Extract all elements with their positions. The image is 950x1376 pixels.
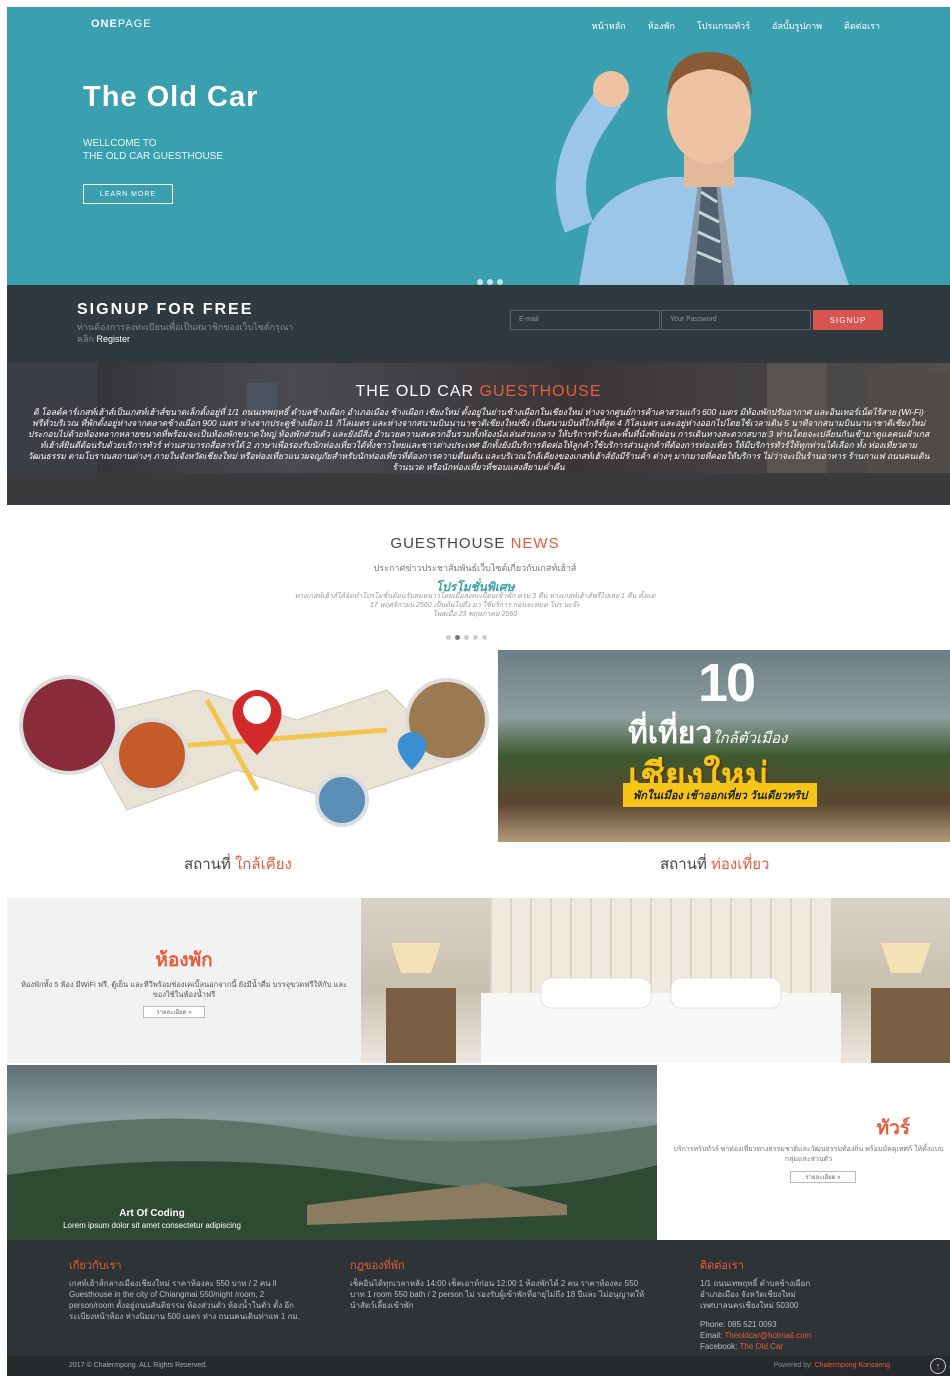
banner-description: ดิ โอลด์คาร์เกสท์เฮ้าส์เป็นเกสท์เฮ้าส์ขน… [27,407,930,472]
footer-rules: กฎของที่พัก เช็คอินได้ทุกเวลาหลัง 14:00 … [350,1260,645,1310]
tour-caption-title: Art Of Coding [119,1208,185,1219]
news-subtitle: ประกาศข่าวประชาสัมพันธ์เว็บไซต์เกี่ยวกับ… [373,563,577,573]
email-input[interactable]: E-mail [510,310,660,330]
footer-phone: Phone: 085 521 0093 [700,1320,777,1329]
news-carousel-dots[interactable] [446,635,487,640]
footer-email-link[interactable]: Theoldcar@hotmail.com [724,1331,811,1340]
hero-subtitle: WELLCOME TO THE OLD CAR GUESTHOUSE [83,138,224,162]
learn-more-button[interactable]: LEARN MORE [83,184,173,204]
copyright-bar: 2017 © Chalermpong. ALL Rights Reserved.… [7,1356,950,1376]
hero-section: ONEPAGE หน้าหลัก ห้องพัก โปรแกรมทัวร์ อั… [7,7,950,285]
copyright-text: 2017 © Chalermpong. ALL Rights Reserved. [69,1362,207,1369]
scroll-top-icon[interactable]: ↑ [930,1358,946,1374]
room-description: ห้องพักทั้ง 5 ห้อง มีWiFi ฟรี, ตู้เย็น แ… [20,980,348,999]
signup-section: SIGNUP FOR FREE ท่านต้องการลงทะเบียนเพื่… [7,285,950,363]
tour-section: ทัวร์ บริการทริปทัวร์ พาท่องเที่ยวทางธรร… [657,1065,950,1240]
signup-description: ท่านต้องการลงทะเบียนเพื่อเป็นสมาชิกของเว… [77,322,294,344]
news-title: GUESTHOUSE NEWS [390,535,560,552]
tour-caption-text: Lorem ipsum dolor sit amet consectetur a… [63,1221,241,1230]
tourist-places-label[interactable]: สถานที่ ท่องเที่ยว [660,852,769,876]
tour-title: ทัวร์ [876,1118,910,1139]
signup-title: SIGNUP FOR FREE [77,301,254,318]
footer-contact: ติดต่อเรา 1/1 ถนนเทพฤทธิ์ ตำบลช้างเผือก … [700,1256,900,1352]
room-title: ห้องพัก [155,950,213,971]
tour-photo: Art Of Coding Lorem ipsum dolor sit amet… [7,1065,657,1240]
tour-detail-button[interactable]: รายละเอียด » [790,1171,856,1183]
hero-title: The Old Car [83,81,259,113]
nearby-map-image[interactable] [7,650,497,842]
logo[interactable]: ONEPAGE [91,18,152,30]
nearby-places-label[interactable]: สถานที่ ใกล้เคียง [184,852,292,876]
guesthouse-banner: THE OLD CAR GUESTHOUSE ดิ โอลด์คาร์เกสท์… [7,363,950,505]
footer-facebook-link[interactable]: The Old Car [739,1342,783,1351]
banner-title: THE OLD CAR GUESTHOUSE [355,383,602,400]
room-photo [361,898,950,1063]
news-body: ทางเกสท์เฮ้าส์ได้จัดทำโปรโมชั่นต้อนรับลม… [294,593,656,618]
footer-about: เกี่ยวกับเรา เกสท์เฮ้าส์กลางเมืองเชียงให… [69,1260,300,1321]
hero-man-image [556,52,849,285]
room-detail-button[interactable]: รายละเอียด » [143,1006,205,1018]
powered-by-text: Powered by: Chalermpong Konsaeng [773,1362,890,1369]
tour-description: บริการทริปทัวร์ พาท่องเที่ยวทางธรรมชาติแ… [673,1146,944,1163]
password-input[interactable]: Your Password [661,310,811,330]
top10-chiangmai-image[interactable]: 10 ที่เที่ยวใกล้ตัวเมือง เชียงใหม่ พักใน… [498,650,950,842]
signup-button[interactable]: SIGNUP [813,310,883,330]
footer: เกี่ยวกับเรา เกสท์เฮ้าส์กลางเมืองเชียงให… [7,1240,950,1356]
room-section: ห้องพัก ห้องพักทั้ง 5 ห้อง มีWiFi ฟรี, ต… [7,898,361,1063]
register-link[interactable]: Register [97,334,131,344]
